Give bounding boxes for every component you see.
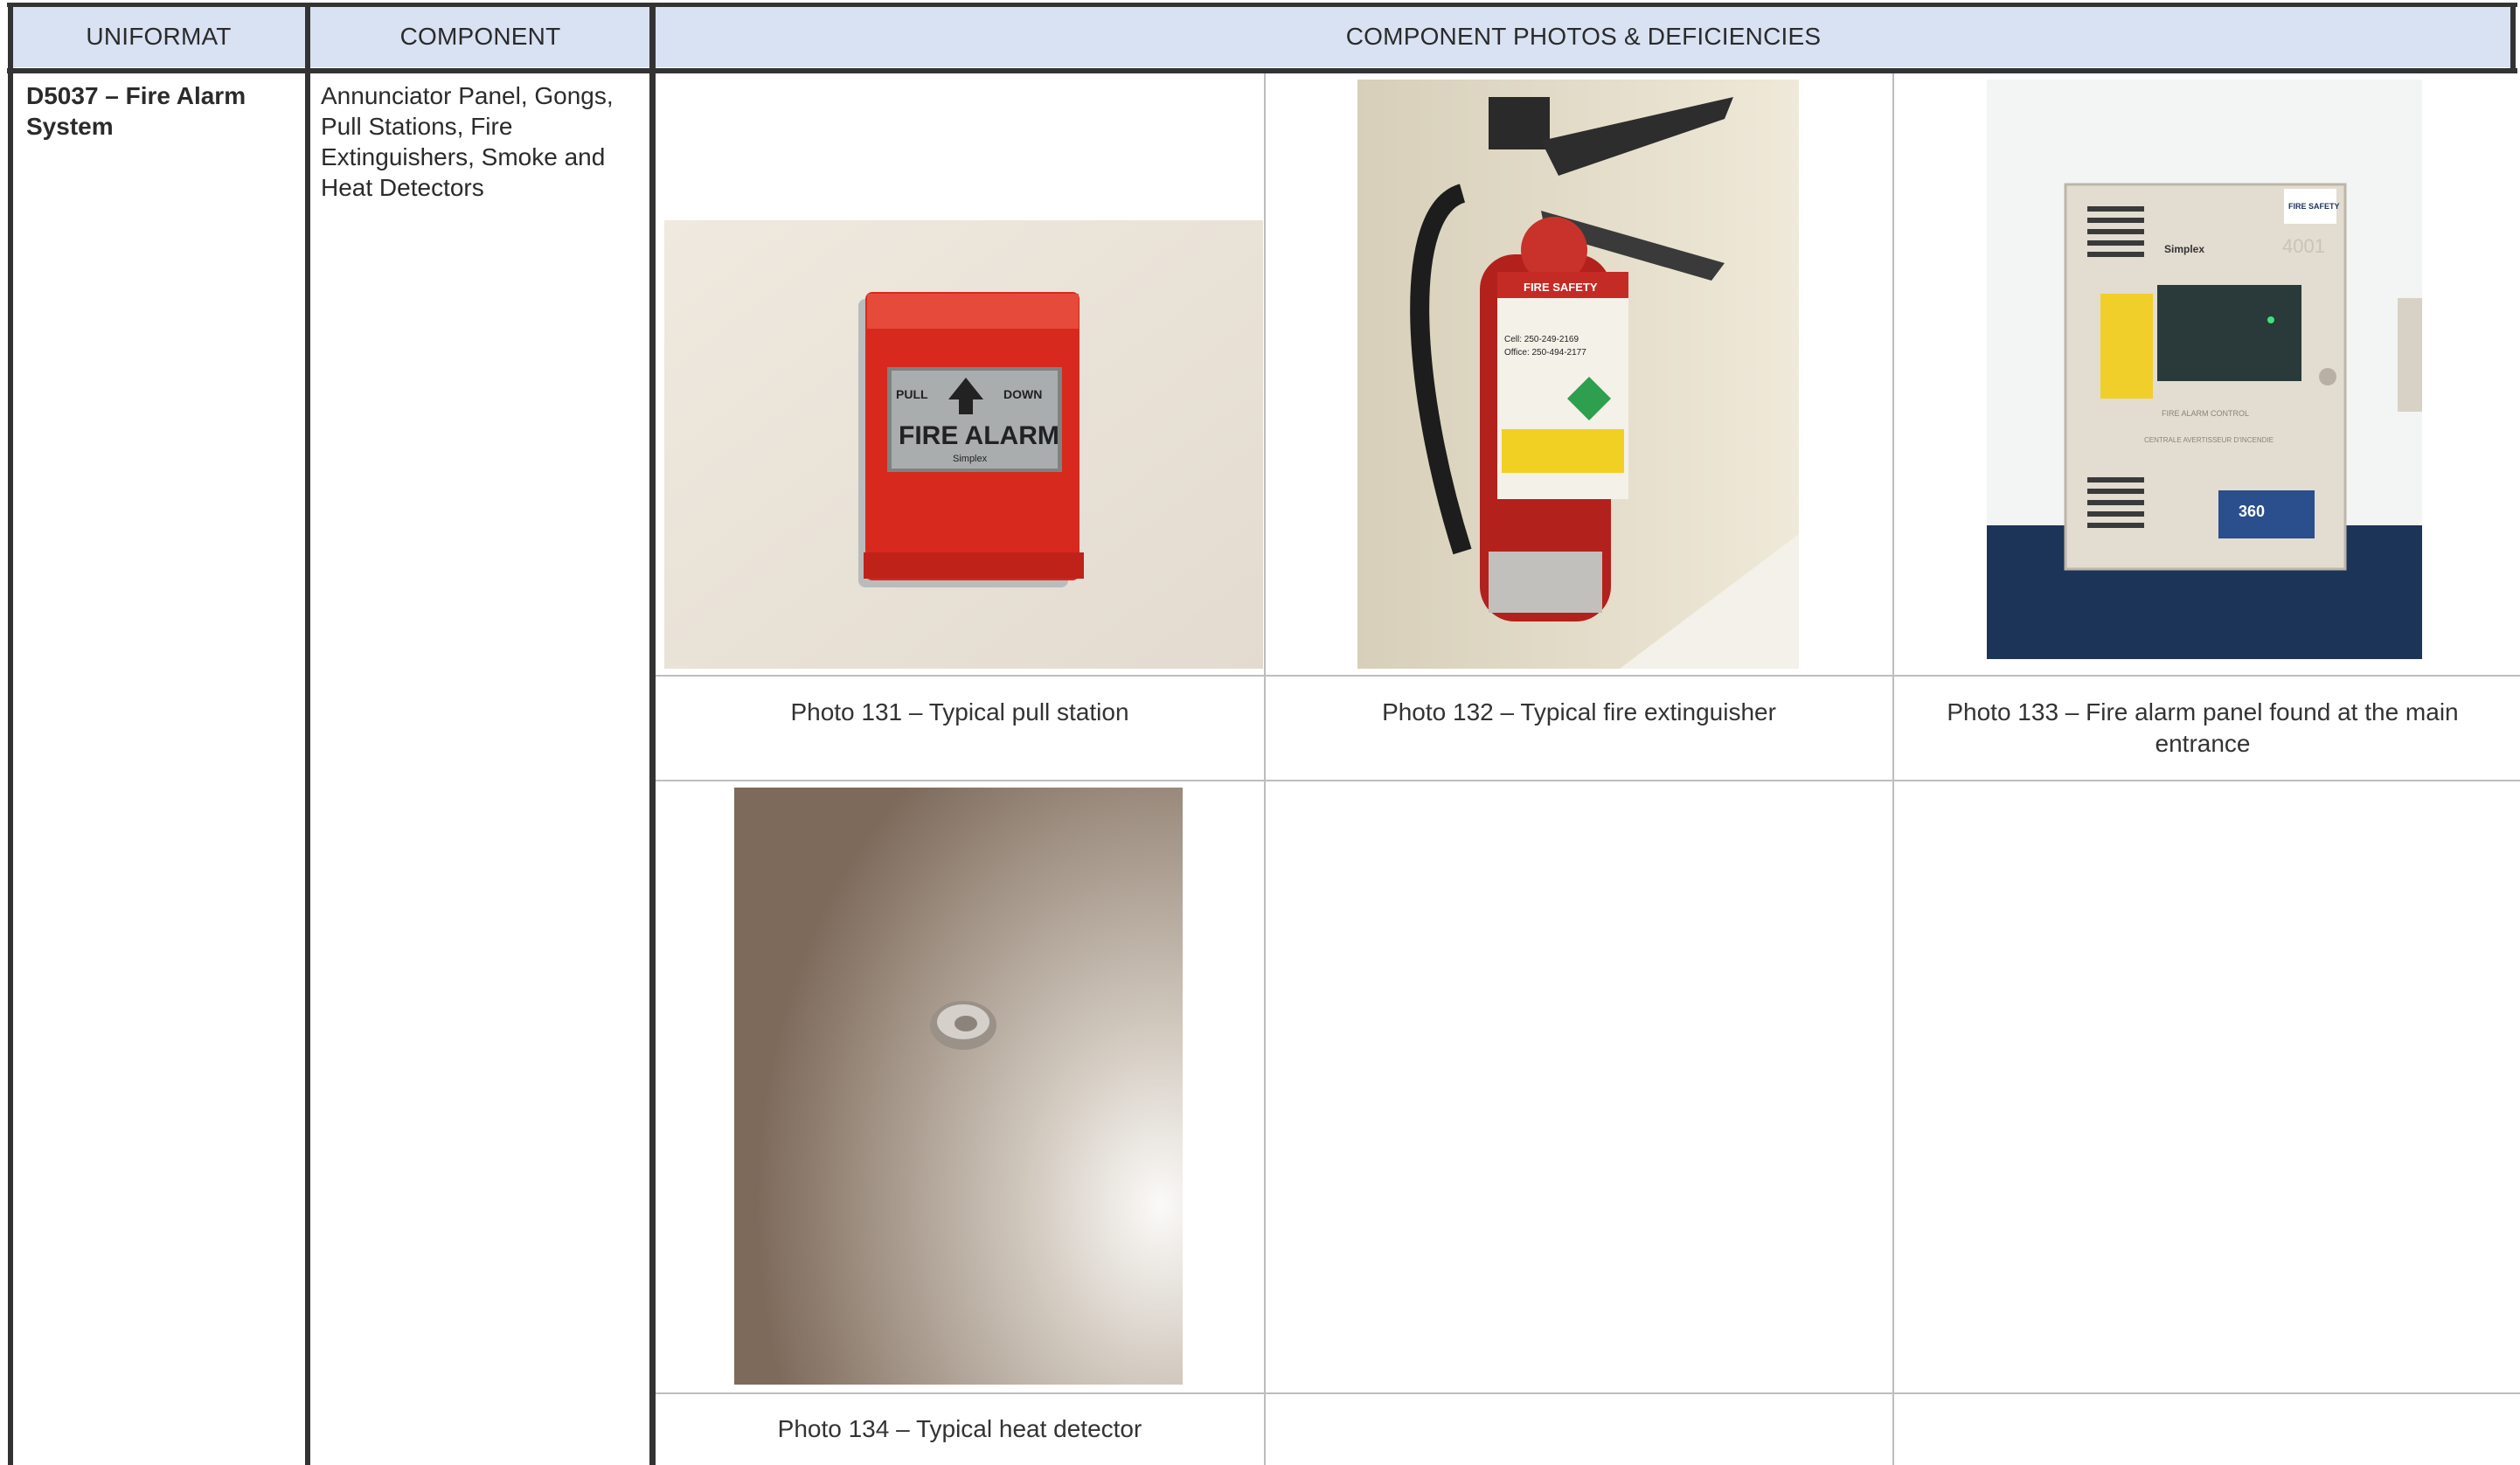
- table-border-right: [2510, 3, 2516, 73]
- photo-fire-alarm-panel: Simplex 4001 FIRE SAFETY FIRE ALARM CONT…: [1987, 80, 2422, 659]
- photo-fire-extinguisher: FIRE SAFETY Cell: 250-249-2169 Office: 2…: [1357, 80, 1799, 669]
- svg-text:FIRE ALARM: FIRE ALARM: [899, 421, 1059, 450]
- table-border-top: [7, 3, 2517, 7]
- svg-text:CENTRALE AVERTISSEUR D'INCENDI: CENTRALE AVERTISSEUR D'INCENDIE: [2144, 436, 2274, 444]
- svg-text:PULL: PULL: [896, 387, 928, 401]
- svg-text:FIRE ALARM CONTROL: FIRE ALARM CONTROL: [2162, 409, 2249, 418]
- component-cell: Annunciator Panel, Gongs, Pull Stations,…: [321, 82, 614, 201]
- caption-photo-133: Photo 133 – Fire alarm panel found at th…: [1947, 698, 2459, 757]
- header-uniformat-label: UNIFORMAT: [86, 23, 232, 50]
- photo-grid-vline-2: [1892, 73, 1894, 1465]
- svg-text:FIRE SAFETY: FIRE SAFETY: [2288, 202, 2340, 211]
- header-divider: [7, 68, 2517, 73]
- svg-text:Simplex: Simplex: [953, 454, 988, 464]
- svg-text:360: 360: [2239, 503, 2265, 520]
- header-component-label: COMPONENT: [399, 23, 561, 50]
- caption-photo-132: Photo 132 – Typical fire extinguisher: [1382, 698, 1776, 726]
- svg-text:4001: 4001: [2282, 235, 2325, 257]
- caption-photo-134: Photo 134 – Typical heat detector: [777, 1415, 1142, 1442]
- caption-photo-131: Photo 131 – Typical pull station: [790, 698, 1129, 726]
- header-photos-label: COMPONENT PHOTOS & DEFICIENCIES: [1345, 23, 1822, 50]
- photo-grid-hline-2: [656, 780, 2520, 781]
- svg-text:DOWN: DOWN: [1003, 387, 1042, 401]
- document-page: UNIFORMAT COMPONENT COMPONENT PHOTOS & D…: [0, 0, 2520, 1465]
- header-component: COMPONENT: [310, 6, 650, 67]
- column-divider-1: [305, 3, 310, 1465]
- photo-grid-hline-1: [656, 675, 2520, 677]
- table-border-left: [8, 3, 13, 1465]
- header-uniformat: UNIFORMAT: [12, 6, 305, 67]
- svg-text:Office: 250-494-2177: Office: 250-494-2177: [1504, 348, 1586, 358]
- svg-text:Cell: 250-249-2169: Cell: 250-249-2169: [1504, 335, 1579, 344]
- photo-heat-detector: [734, 788, 1183, 1385]
- svg-text:Simplex: Simplex: [2164, 243, 2204, 255]
- header-photos: COMPONENT PHOTOS & DEFICIENCIES: [656, 6, 2511, 67]
- svg-text:FIRE SAFETY: FIRE SAFETY: [1524, 281, 1598, 294]
- photo-grid-hline-3: [656, 1392, 2520, 1394]
- column-divider-2: [649, 3, 656, 1465]
- uniformat-cell: D5037 – Fire Alarm System: [26, 82, 246, 140]
- photo-pull-station: PULL DOWN FIRE ALARM Simplex: [664, 220, 1263, 669]
- photo-grid-vline-1: [1264, 73, 1266, 1465]
